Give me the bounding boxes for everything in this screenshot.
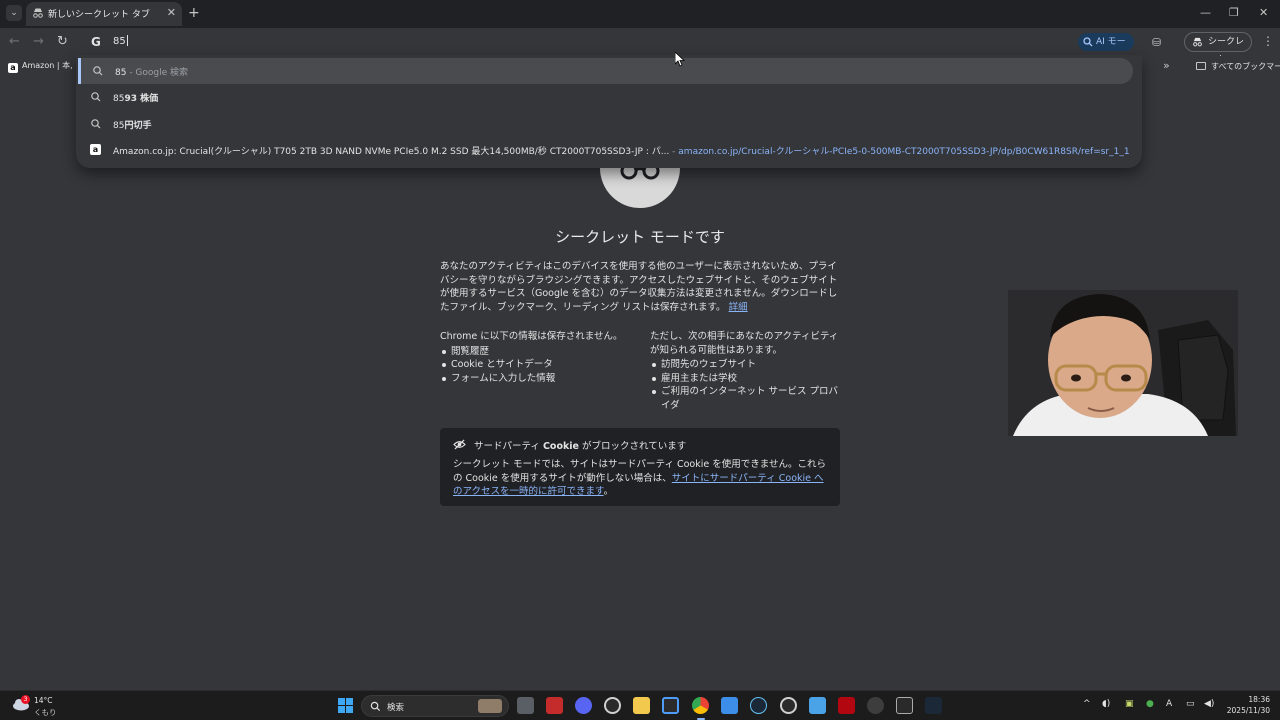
bookmarks-overflow-icon[interactable]: » [1163, 59, 1170, 72]
discord-icon[interactable] [575, 697, 592, 714]
volume-icon[interactable]: ◀) [1204, 699, 1214, 709]
search-highlight-image [478, 699, 502, 713]
google-icon: G [91, 35, 101, 49]
weather-badge: 3 [21, 695, 30, 704]
suggestion-row[interactable]: 85円切手 [76, 111, 1142, 137]
suggestion-text: 8593 株価 [113, 94, 159, 104]
search-icon [91, 119, 101, 129]
tab-close-icon[interactable]: ✕ [167, 6, 176, 19]
omnibox-input[interactable]: 85 [113, 35, 128, 47]
visible-to-column: ただし、次の相手にあなたのアクティビティが知られる可能性はあります。 訪問先のウ… [650, 330, 840, 412]
not-saved-column: Chrome に以下の情報は保存されません。 閲覧履歴 Cookie とサイトデ… [440, 330, 640, 385]
intro-paragraph: あなたのアクティビティはこのデバイスを使用する他のユーザーに表示されないため、プ… [440, 261, 838, 313]
list-item: 雇用主または学校 [650, 372, 840, 386]
ai-mode-button[interactable]: AI モード [1078, 33, 1134, 65]
clock-time: 18:36 [1248, 695, 1270, 704]
tray-app-icon[interactable]: ▣ [1125, 699, 1134, 709]
tray-overflow-icon[interactable]: ^ [1083, 699, 1091, 709]
file-explorer-icon[interactable] [633, 697, 650, 714]
weather-widget[interactable]: 3 14°C くもり [12, 695, 72, 717]
tab-title: 新しいシークレット タブ [48, 10, 150, 20]
taskbar: 3 14°C くもり 検索 ^ ◖) ▣ ● A ▭ ◀) 18:36 2025… [0, 690, 1280, 720]
incognito-icon [33, 8, 43, 18]
maximize-button[interactable]: ❐ [1229, 6, 1239, 19]
third-party-cookie-card: サードパーティ Cookie がブロックされています シークレット モードでは、… [440, 428, 840, 506]
details-link[interactable]: 詳細 [729, 302, 748, 313]
forward-button[interactable]: → [33, 34, 44, 49]
network-icon[interactable]: ▭ [1186, 699, 1195, 709]
bookmark-amazon[interactable]: a Amazon | 本, フ [8, 60, 83, 73]
chatgpt-icon[interactable] [604, 697, 621, 714]
taskbar-search-label: 検索 [387, 703, 405, 713]
suggestion-row[interactable]: a Amazon.co.jp: Crucial(クルーシャル) T705 2TB… [76, 137, 1142, 163]
page-title: シークレット モードです [555, 228, 725, 246]
task-view-icon[interactable] [517, 697, 534, 714]
language-icon[interactable]: A [1166, 699, 1172, 709]
list-item: 訪問先のウェブサイト [650, 358, 840, 372]
tab-search-button[interactable]: ⌄ [6, 5, 22, 21]
list-item: Cookie とサイトデータ [440, 358, 640, 372]
audio-device-icon[interactable]: ◖) [1102, 699, 1110, 709]
amazon-favicon: a [8, 63, 18, 73]
incognito-toolbar-icon[interactable]: ⛁ [1152, 36, 1161, 49]
cookie-card-title: サードパーティ Cookie がブロックされています [453, 438, 827, 452]
weather-condition: くもり [34, 708, 57, 717]
toolbar: ← → ↻ G 85 AI モード ⛁ シークレット ⋮ [0, 28, 1280, 65]
steam-alt-icon[interactable] [925, 697, 942, 714]
search-icon [93, 66, 103, 76]
suggestion-row[interactable]: 8593 株価 [76, 84, 1142, 110]
clock-date: 2025/11/30 [1226, 706, 1270, 715]
visible-heading: ただし、次の相手にあなたのアクティビティが知られる可能性はあります。 [650, 331, 839, 356]
steam-icon[interactable] [750, 697, 767, 714]
search-icon [370, 701, 381, 712]
tab-incognito[interactable]: 新しいシークレット タブ ✕ [26, 2, 182, 26]
tab-strip: ⌄ 新しいシークレット タブ ✕ + — ❐ ✕ [0, 0, 1280, 28]
cookie-card-body: シークレット モードでは、サイトはサードパーティ Cookie を使用できません… [453, 459, 826, 497]
app-circle-icon[interactable] [780, 697, 797, 714]
search-icon [91, 92, 101, 102]
suggestion-text: Amazon.co.jp: Crucial(クルーシャル) T705 2TB 3… [113, 147, 1129, 157]
amazon-favicon: a [90, 144, 101, 155]
app-red-icon[interactable] [546, 697, 563, 714]
folder-icon [1196, 62, 1206, 70]
all-bookmarks-button[interactable]: すべてのブックマーク [1196, 61, 1280, 72]
windows-start-icon[interactable] [338, 698, 353, 713]
suggestion-text: 85 - Google 検索 [115, 68, 189, 78]
taskbar-search[interactable]: 検索 [361, 695, 509, 717]
omnibox-suggestions: 85 - Google 検索 8593 株価 85円切手 a Amazon.co… [76, 55, 1142, 168]
ai-search-icon [1083, 37, 1093, 47]
suggestion-row[interactable]: 85 - Google 検索 [78, 58, 1133, 84]
list-item: ご利用のインターネット サービス プロバイダ [650, 385, 840, 412]
back-button[interactable]: ← [9, 34, 20, 49]
notepad-icon[interactable] [809, 697, 826, 714]
incognito-profile-button[interactable]: シークレット [1184, 32, 1252, 65]
list-item: 閲覧履歴 [440, 345, 640, 359]
weather-temperature: 14°C [34, 696, 53, 705]
netflix-icon[interactable] [838, 697, 855, 714]
minimize-button[interactable]: — [1200, 6, 1211, 19]
webcam-overlay [1008, 290, 1238, 436]
app-gray-icon[interactable] [867, 697, 884, 714]
person-image [1008, 290, 1238, 436]
clock[interactable]: 18:36 2025/11/30 [1222, 694, 1270, 716]
epic-games-icon[interactable] [896, 697, 913, 714]
suggestion-text: 85円切手 [113, 121, 152, 131]
incognito-icon [1193, 37, 1202, 47]
close-window-button[interactable]: ✕ [1259, 6, 1268, 19]
menu-icon[interactable]: ⋮ [1262, 34, 1274, 48]
reload-button[interactable]: ↻ [57, 34, 68, 49]
eye-slash-icon [453, 439, 466, 450]
app-blue-icon[interactable] [721, 697, 738, 714]
microphone-icon[interactable]: ● [1146, 699, 1154, 709]
list-item: フォームに入力した情報 [440, 372, 640, 386]
new-tab-button[interactable]: + [188, 5, 200, 21]
chrome-icon[interactable] [692, 697, 709, 714]
store-icon[interactable] [662, 697, 679, 714]
not-saved-heading: Chrome に以下の情報は保存されません。 [440, 331, 623, 342]
mouse-cursor-icon [675, 52, 685, 67]
